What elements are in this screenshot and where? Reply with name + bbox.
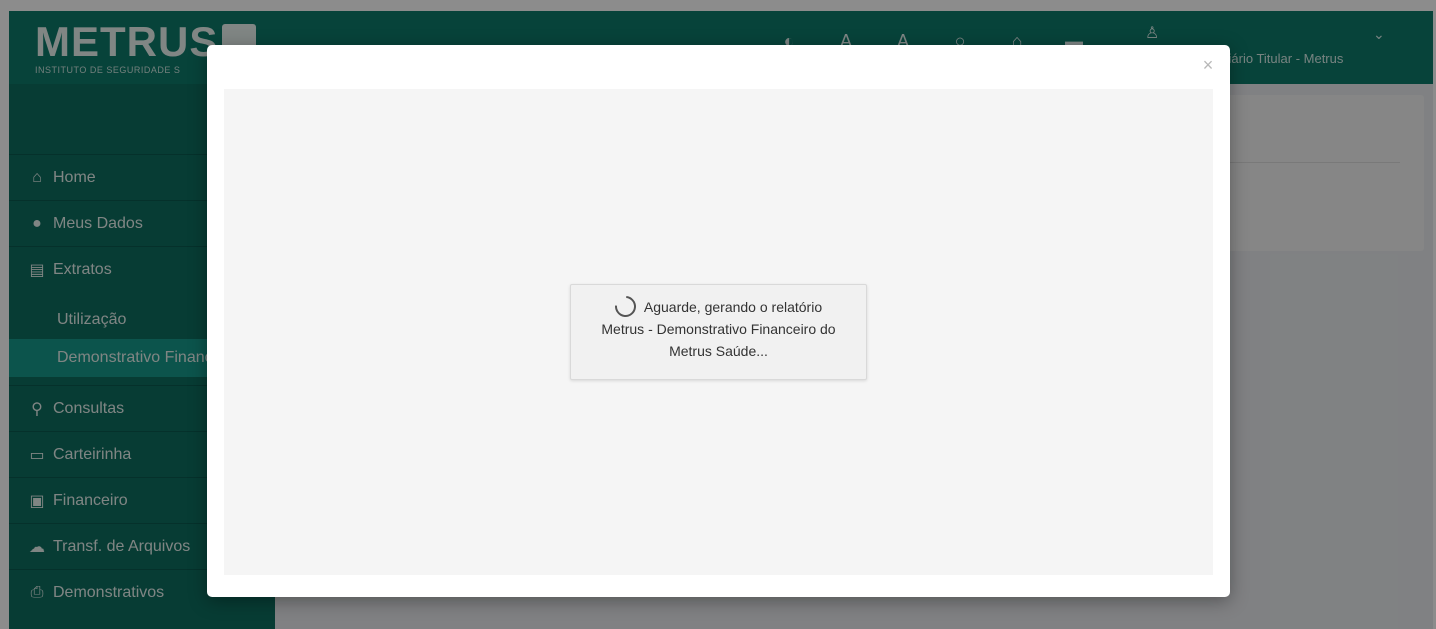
loading-line-1: Aguarde, gerando o relatório xyxy=(643,299,823,315)
spinner-icon xyxy=(610,291,641,322)
loading-line-2: Metrus - Demonstrativo Financeiro do xyxy=(601,321,836,337)
loading-line-3: Metrus Saúde... xyxy=(669,343,768,359)
close-icon[interactable]: × xyxy=(1200,56,1216,74)
loading-message: Aguarde, gerando o relatório Metrus - De… xyxy=(570,284,867,380)
report-modal: × Aguarde, gerando o relatório Metrus - … xyxy=(207,45,1230,597)
modal-body: Aguarde, gerando o relatório Metrus - De… xyxy=(224,89,1213,575)
